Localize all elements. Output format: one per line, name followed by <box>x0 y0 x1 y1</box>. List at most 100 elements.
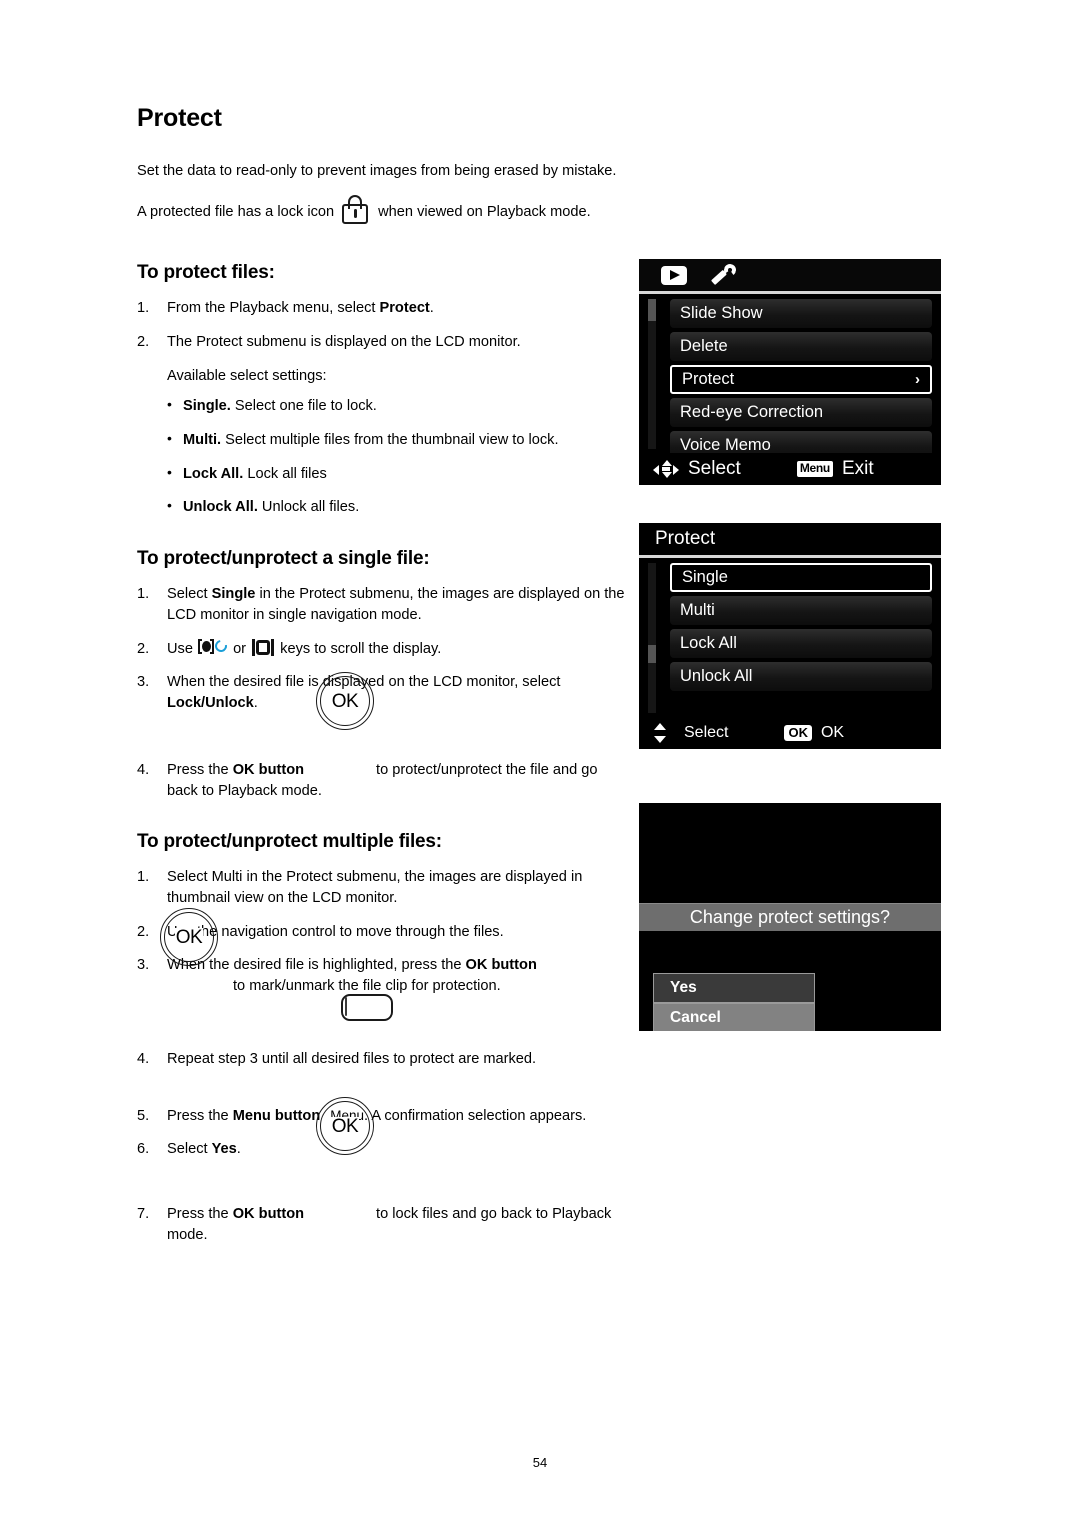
lcd-protect-submenu: Protect Single Multi Lock All Unlock All <box>639 523 941 749</box>
menu-item-unlock-all[interactable]: Unlock All <box>670 662 932 691</box>
step-text-tail: . <box>429 300 434 317</box>
menu-item-label: Lock All <box>680 634 737 652</box>
menu-item-lock-all[interactable]: Lock All <box>670 629 932 658</box>
scrollbar-track[interactable] <box>648 299 656 449</box>
menu-item-multi[interactable]: Multi <box>670 596 932 625</box>
chevron-right-icon: › <box>915 371 920 388</box>
step-item: 4. Press the OK button to protect/unprotec… <box>137 760 627 801</box>
confirmation-choices: Yes Cancel <box>639 931 941 1031</box>
menu-item-single[interactable]: Single <box>670 563 932 592</box>
step-bold: Protect <box>379 300 430 317</box>
step-bold: OK button <box>465 957 537 974</box>
menu-item-slide-show[interactable]: Slide Show <box>670 299 932 328</box>
confirmation-message: Change protect settings? <box>639 903 941 931</box>
step-item: 6. Select Yes. <box>137 1139 627 1160</box>
available-settings-label: Available select settings: <box>167 367 327 384</box>
lock-icon <box>339 194 373 226</box>
bullet-bold: Lock All. <box>183 465 244 482</box>
step-number: 2. <box>137 923 150 940</box>
page-title: Protect <box>137 104 222 132</box>
bullet-bold: Multi. <box>183 432 222 449</box>
step-text: When the desired file is highlighted, pr… <box>167 957 466 974</box>
step-number: 3. <box>137 957 150 974</box>
lcd-protect-header: Protect <box>639 523 941 558</box>
bullet-text: Select multiple files from the thumbnail… <box>221 432 559 449</box>
yes-button[interactable]: Yes <box>653 973 815 1003</box>
menu-item-label: Delete <box>680 337 728 355</box>
step-item: 2. The Protect submenu is displayed on th… <box>137 332 627 353</box>
bullet-text: Select one file to lock. <box>230 398 377 415</box>
bullet-text: Unlock all files. <box>257 499 360 516</box>
menu-item-protect[interactable]: Protect › <box>670 365 932 394</box>
step-number: 6. <box>137 1141 150 1158</box>
yes-label: Yes <box>670 979 697 996</box>
step-number: 2. <box>137 640 150 657</box>
intro-lock-prefix: A protected file has a lock icon <box>137 204 335 221</box>
ok-badge-icon: OK <box>784 724 812 742</box>
step-text: Select <box>167 586 212 603</box>
step-text: Repeat step 3 until all desired files to… <box>167 1050 537 1067</box>
menu-item-label: Slide Show <box>680 304 763 322</box>
wrench-icon[interactable] <box>710 263 737 286</box>
step-text-tail: . <box>253 695 258 712</box>
step-item: 1. Select Multi in the Protect submenu, t… <box>137 867 627 908</box>
step-text: Select <box>167 1141 212 1158</box>
manual-page: Protect Set the data to read-only to pre… <box>0 0 1080 1515</box>
bullet-text: Lock all files <box>243 465 327 482</box>
step-number: 7. <box>137 1205 150 1222</box>
step-number: 4. <box>137 1050 150 1067</box>
heading-multiple-files: To protect/unprotect multiple files: <box>137 831 442 853</box>
step-text-tail: . <box>236 1141 241 1158</box>
list-item: Unlock All. Unlock all files. <box>137 496 627 518</box>
ok-button-label: OK <box>330 690 360 712</box>
lcd-tab-bar <box>639 259 941 294</box>
menu-item-red-eye-correction[interactable]: Red-eye Correction <box>670 398 932 427</box>
ok-button-icon: OK <box>160 908 218 966</box>
step-text: Press the <box>167 1107 233 1124</box>
lcd-footer: Select OK OK <box>639 717 941 749</box>
step-number: 3. <box>137 674 150 691</box>
protect-files-steps: 1. From the Playback menu, select Protect… <box>137 298 627 352</box>
step-text-tail: . A confirmation selection appears. <box>364 1107 587 1124</box>
available-settings-list: Single. Select one file to lock. Multi. … <box>137 395 627 518</box>
menu-item-label: Single <box>682 568 728 586</box>
lcd-menu-body: Slide Show Delete Protect › Red-eye Corr… <box>639 294 941 460</box>
footer-select-label: Select <box>688 458 741 479</box>
scrollbar-thumb[interactable] <box>648 645 656 663</box>
scrollbar-track[interactable] <box>648 563 656 713</box>
play-icon[interactable] <box>661 265 687 285</box>
ok-button-icon: OK <box>316 1097 374 1155</box>
ok-button-icon: OK <box>316 672 374 730</box>
cancel-button[interactable]: Cancel <box>653 1003 815 1031</box>
menu-item-label: Multi <box>680 601 715 619</box>
step-text: Press the <box>167 761 233 778</box>
bullet-bold: Single. <box>183 398 231 415</box>
step-text: Use <box>167 640 198 657</box>
menu-item-delete[interactable]: Delete <box>670 332 932 361</box>
step-number: 1. <box>137 869 150 886</box>
bullet-bold: Unlock All. <box>183 499 258 516</box>
step-item: 7. Press the OK button to lock files and g… <box>137 1204 627 1245</box>
lcd-protect-title: Protect <box>655 528 716 549</box>
step-bold: Yes <box>211 1141 237 1158</box>
step-number: 1. <box>137 300 150 317</box>
four-way-navigation-icon <box>653 460 679 478</box>
lcd-footer: Select Menu Exit <box>639 453 941 485</box>
menu-item-label: Unlock All <box>680 667 753 685</box>
step-text-tail: to mark/unmark the file clip for protect… <box>233 978 501 995</box>
step-number: 2. <box>137 333 150 350</box>
step-text: Select Multi in the Protect submenu, the… <box>167 869 583 906</box>
intro-paragraph-1: Set the data to read-only to prevent ima… <box>137 163 617 179</box>
macro-key-icon <box>198 637 230 655</box>
footer-select-label: Select <box>684 724 729 741</box>
step-bold: Single <box>211 586 256 603</box>
step-number: 5. <box>137 1107 150 1124</box>
step-number: 1. <box>137 586 150 603</box>
protect-menu-list: Single Multi Lock All Unlock All <box>670 563 932 691</box>
step-item: 2. Use or keys to scroll the display. <box>137 637 627 660</box>
heading-to-protect-files: To protect files: <box>137 262 275 284</box>
step-text-mid: or <box>229 640 251 657</box>
text-column: Protect Set the data to read-only to pre… <box>137 104 627 1258</box>
scrollbar-thumb[interactable] <box>648 299 656 321</box>
menu-item-label: Red-eye Correction <box>680 403 824 421</box>
